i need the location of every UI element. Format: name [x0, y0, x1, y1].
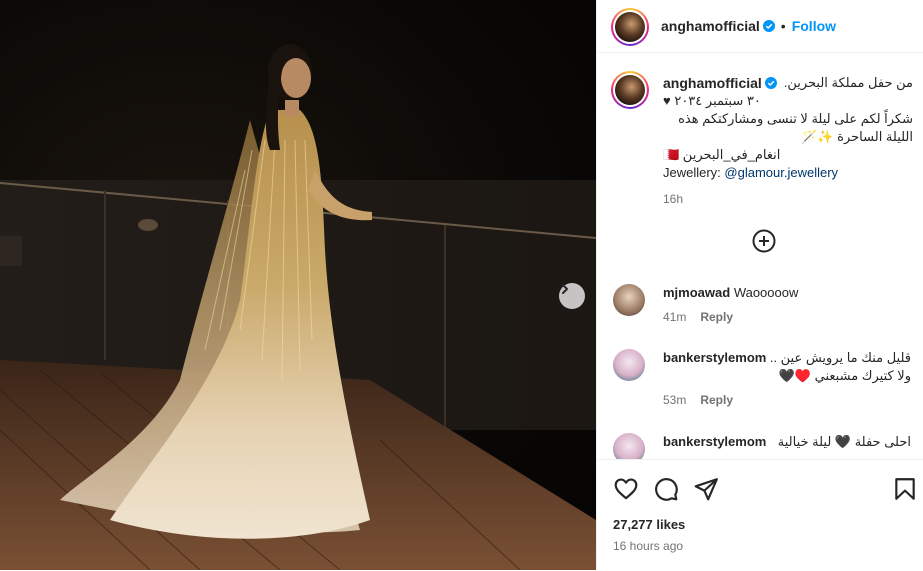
post-photo[interactable] — [0, 0, 596, 570]
comment-time: 53m — [663, 393, 687, 407]
caption-line-3: شكراً لكم على ليلة لا تنسى ومشاركتكم هذه… — [678, 111, 913, 144]
comment-icon[interactable] — [653, 476, 679, 502]
caption-time: 16h — [663, 192, 684, 206]
comments-scroll-area[interactable]: anghamofficial من حفل مملكة البحرين. ٣٠ … — [597, 53, 923, 459]
comment-avatar[interactable] — [613, 349, 645, 381]
jewellery-prefix: Jewellery: — [663, 165, 725, 180]
comment-text: Waooooow — [733, 285, 799, 300]
header-user-line: anghamofficial • Follow — [661, 18, 836, 36]
follow-button[interactable]: Follow — [792, 18, 836, 34]
photo-artwork — [0, 44, 596, 570]
post-sidebar: anghamofficial • Follow anghamofficial من … — [596, 0, 923, 570]
post-caption: anghamofficial من حفل مملكة البحرين. ٣٠ … — [663, 74, 913, 208]
post-header: anghamofficial • Follow — [597, 0, 923, 53]
caption-line-2: ٣٠ سبتمبر ٢٠٣٤ ♥ — [663, 93, 761, 108]
bookmark-icon[interactable] — [892, 476, 918, 502]
comment-username[interactable]: mjmoawad — [663, 285, 730, 300]
comment-username[interactable]: bankerstylemom — [663, 349, 766, 385]
separator-dot: • — [780, 18, 786, 34]
reply-button[interactable]: Reply — [700, 393, 733, 407]
comment-text: قليل منك ما يرويش عين .. ولا كتيرك مشبعن… — [769, 350, 911, 383]
header-username[interactable]: anghamofficial — [661, 18, 760, 34]
post-actions: 27,277 likes 16 hours ago — [597, 459, 923, 571]
plus-circle-icon[interactable] — [752, 229, 776, 253]
next-image-button[interactable] — [559, 283, 585, 309]
verified-badge-icon — [764, 77, 777, 89]
post-time: 16 hours ago — [613, 539, 684, 553]
caption-username[interactable]: anghamofficial — [663, 74, 762, 92]
share-icon[interactable] — [693, 476, 719, 502]
chevron-right-icon — [562, 284, 568, 294]
comment-avatar[interactable] — [613, 284, 645, 316]
likes-count[interactable]: 27,277 likes — [613, 517, 685, 532]
comment-avatar[interactable] — [613, 433, 645, 459]
caption-avatar[interactable] — [611, 71, 649, 109]
caption-hashtag[interactable]: انغام_في_البحرين 🇧🇭 — [663, 146, 913, 164]
jewellery-mention[interactable]: @glamour.jewellery — [724, 165, 838, 180]
caption-line-1: من حفل مملكة البحرين. — [783, 75, 913, 90]
comment-time: 41m — [663, 310, 687, 324]
comment-text: احلى حفلة 🖤 ليلة خيالية — [777, 434, 911, 449]
reply-button[interactable]: Reply — [700, 310, 733, 324]
comment-username[interactable]: bankerstylemom — [663, 433, 766, 451]
verified-badge-icon — [762, 20, 775, 32]
heart-icon[interactable] — [613, 476, 639, 502]
header-avatar[interactable] — [611, 8, 649, 46]
caption-jewellery: Jewellery: @glamour.jewellery — [663, 164, 913, 182]
